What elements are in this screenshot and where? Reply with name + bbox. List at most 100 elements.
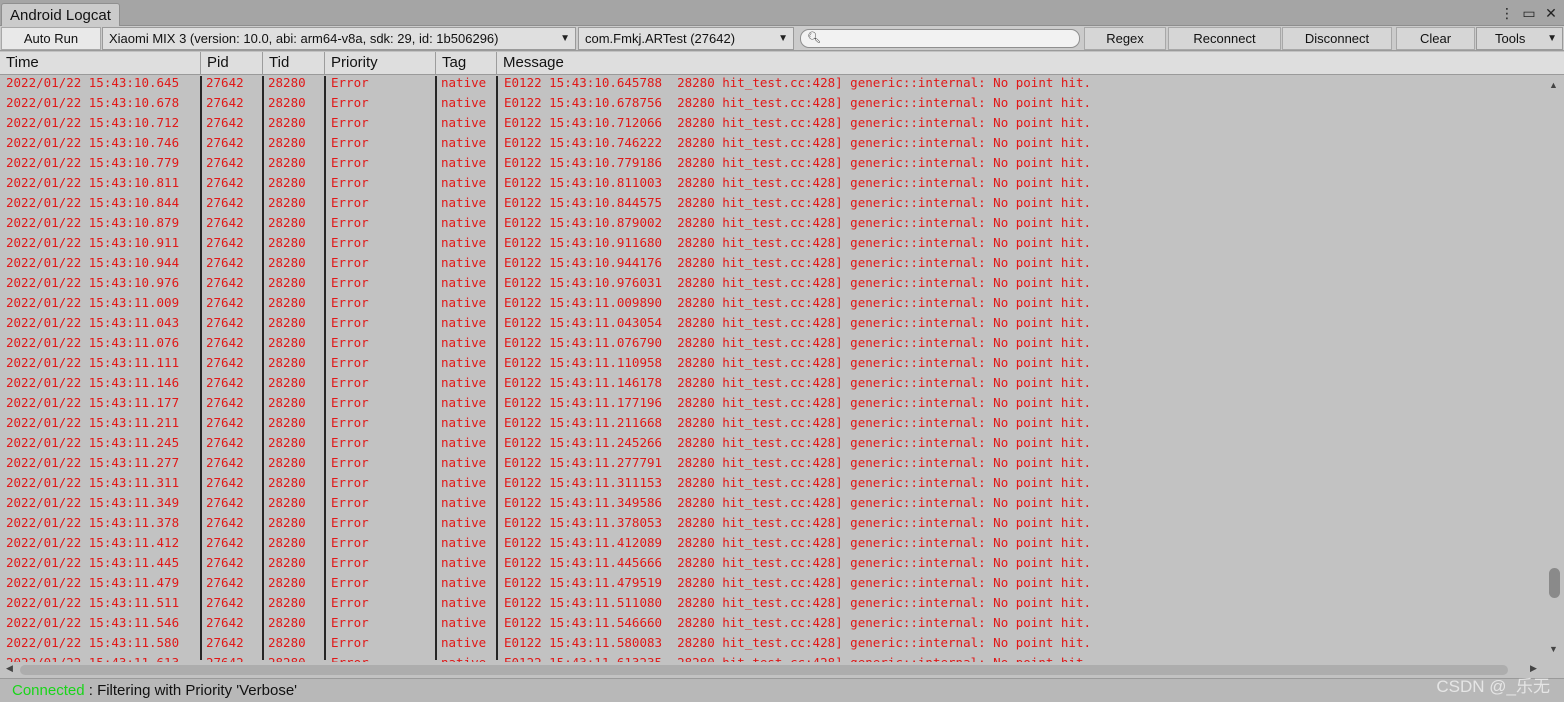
log-row[interactable]: 2022/01/22 15:43:11.245 27642 28280 Error na… bbox=[0, 432, 1546, 452]
chevron-down-icon: ▼ bbox=[1547, 33, 1557, 44]
cell-message: E0122 15:43:10.879002 28280 hit_test.cc:… bbox=[504, 215, 1091, 230]
close-icon[interactable]: ✕ bbox=[1544, 5, 1558, 22]
window-tab-android-logcat[interactable]: Android Logcat bbox=[1, 3, 120, 27]
clear-button[interactable]: Clear bbox=[1396, 27, 1475, 50]
cell-time: 2022/01/22 15:43:11.277 bbox=[6, 455, 180, 470]
cell-tid: 28280 bbox=[268, 515, 306, 530]
cell-tid: 28280 bbox=[268, 475, 306, 490]
cell-message: E0122 15:43:11.479519 28280 hit_test.cc:… bbox=[504, 575, 1091, 590]
log-list[interactable]: 2022/01/22 15:43:10.645 27642 28280 Error na… bbox=[0, 76, 1546, 662]
cell-time: 2022/01/22 15:43:11.245 bbox=[6, 435, 180, 450]
log-row[interactable]: 2022/01/22 15:43:10.779 27642 28280 Error na… bbox=[0, 152, 1546, 172]
cell-message: E0122 15:43:10.911680 28280 hit_test.cc:… bbox=[504, 235, 1091, 250]
cell-message: E0122 15:43:10.976031 28280 hit_test.cc:… bbox=[504, 275, 1091, 290]
cell-time: 2022/01/22 15:43:11.580 bbox=[6, 635, 180, 650]
scroll-up-icon[interactable]: ▲ bbox=[1549, 80, 1558, 90]
cell-message: E0122 15:43:11.146178 28280 hit_test.cc:… bbox=[504, 375, 1091, 390]
chevron-down-icon: ▼ bbox=[560, 33, 570, 44]
log-row[interactable]: 2022/01/22 15:43:11.613 27642 28280 Error na… bbox=[0, 652, 1546, 662]
package-dropdown[interactable]: com.Fmkj.ARTest (27642) ▼ bbox=[578, 27, 794, 50]
tools-dropdown[interactable]: Tools ▼ bbox=[1476, 27, 1563, 50]
reconnect-button[interactable]: Reconnect bbox=[1168, 27, 1281, 50]
log-row[interactable]: 2022/01/22 15:43:10.746 27642 28280 Error na… bbox=[0, 132, 1546, 152]
log-row[interactable]: 2022/01/22 15:43:11.211 27642 28280 Error na… bbox=[0, 412, 1546, 432]
column-header-message[interactable]: Message bbox=[497, 52, 1564, 75]
log-row[interactable]: 2022/01/22 15:43:11.580 27642 28280 Error na… bbox=[0, 632, 1546, 652]
log-row[interactable]: 2022/01/22 15:43:11.445 27642 28280 Error na… bbox=[0, 552, 1546, 572]
cell-pid: 27642 bbox=[206, 275, 244, 290]
column-header-pid[interactable]: Pid bbox=[201, 52, 263, 75]
cell-tid: 28280 bbox=[268, 655, 306, 662]
log-row[interactable]: 2022/01/22 15:43:11.076 27642 28280 Error na… bbox=[0, 332, 1546, 352]
cell-time: 2022/01/22 15:43:10.645 bbox=[6, 76, 180, 90]
log-row[interactable]: 2022/01/22 15:43:11.546 27642 28280 Error na… bbox=[0, 612, 1546, 632]
cell-message: E0122 15:43:11.412089 28280 hit_test.cc:… bbox=[504, 535, 1091, 550]
column-header-time[interactable]: Time bbox=[0, 52, 201, 75]
log-row[interactable]: 2022/01/22 15:43:10.678 27642 28280 Error na… bbox=[0, 92, 1546, 112]
cell-time: 2022/01/22 15:43:11.445 bbox=[6, 555, 180, 570]
cell-pid: 27642 bbox=[206, 475, 244, 490]
log-row[interactable]: 2022/01/22 15:43:11.111 27642 28280 Error na… bbox=[0, 352, 1546, 372]
column-header-priority[interactable]: Priority bbox=[325, 52, 436, 75]
cell-pid: 27642 bbox=[206, 455, 244, 470]
log-row[interactable]: 2022/01/22 15:43:11.311 27642 28280 Error na… bbox=[0, 472, 1546, 492]
log-row[interactable]: 2022/01/22 15:43:11.277 27642 28280 Error na… bbox=[0, 452, 1546, 472]
cell-priority: Error bbox=[331, 215, 369, 230]
cell-message: E0122 15:43:11.349586 28280 hit_test.cc:… bbox=[504, 495, 1091, 510]
cell-message: E0122 15:43:11.613235 28280 hit_test.cc:… bbox=[504, 655, 1091, 662]
cell-tid: 28280 bbox=[268, 315, 306, 330]
cell-message: E0122 15:43:11.009890 28280 hit_test.cc:… bbox=[504, 295, 1091, 310]
log-row[interactable]: 2022/01/22 15:43:10.712 27642 28280 Error na… bbox=[0, 112, 1546, 132]
column-header-tid[interactable]: Tid bbox=[263, 52, 325, 75]
auto-run-button[interactable]: Auto Run bbox=[1, 27, 101, 50]
log-row[interactable]: 2022/01/22 15:43:10.844 27642 28280 Error na… bbox=[0, 192, 1546, 212]
cell-time: 2022/01/22 15:43:11.378 bbox=[6, 515, 180, 530]
cell-tid: 28280 bbox=[268, 195, 306, 210]
log-row[interactable]: 2022/01/22 15:43:10.645 27642 28280 Error na… bbox=[0, 76, 1546, 92]
disconnect-button[interactable]: Disconnect bbox=[1282, 27, 1392, 50]
title-bar: Android Logcat ⋮ ▭ ✕ bbox=[0, 0, 1564, 27]
cell-tid: 28280 bbox=[268, 555, 306, 570]
vertical-scrollbar[interactable]: ▲ ▼ bbox=[1546, 76, 1564, 662]
log-row[interactable]: 2022/01/22 15:43:11.479 27642 28280 Error na… bbox=[0, 572, 1546, 592]
horizontal-scroll-thumb[interactable] bbox=[20, 665, 1508, 675]
cell-priority: Error bbox=[331, 335, 369, 350]
cell-time: 2022/01/22 15:43:11.146 bbox=[6, 375, 180, 390]
log-row[interactable]: 2022/01/22 15:43:11.349 27642 28280 Error na… bbox=[0, 492, 1546, 512]
cell-priority: Error bbox=[331, 115, 369, 130]
log-row[interactable]: 2022/01/22 15:43:11.009 27642 28280 Error na… bbox=[0, 292, 1546, 312]
column-header-tag[interactable]: Tag bbox=[436, 52, 497, 75]
log-row[interactable]: 2022/01/22 15:43:11.511 27642 28280 Error na… bbox=[0, 592, 1546, 612]
scroll-left-icon[interactable]: ◀ bbox=[6, 663, 13, 674]
scroll-down-icon[interactable]: ▼ bbox=[1549, 644, 1558, 654]
log-row[interactable]: 2022/01/22 15:43:11.412 27642 28280 Error na… bbox=[0, 532, 1546, 552]
log-row[interactable]: 2022/01/22 15:43:10.976 27642 28280 Error na… bbox=[0, 272, 1546, 292]
cell-message: E0122 15:43:10.712066 28280 hit_test.cc:… bbox=[504, 115, 1091, 130]
horizontal-scrollbar[interactable]: ◀ ▶ bbox=[0, 662, 1546, 678]
cell-tag: native bbox=[441, 135, 487, 150]
log-row[interactable]: 2022/01/22 15:43:11.177 27642 28280 Error na… bbox=[0, 392, 1546, 412]
log-row[interactable]: 2022/01/22 15:43:10.944 27642 28280 Error na… bbox=[0, 252, 1546, 272]
cell-message: E0122 15:43:11.245266 28280 hit_test.cc:… bbox=[504, 435, 1091, 450]
cell-pid: 27642 bbox=[206, 635, 244, 650]
cell-time: 2022/01/22 15:43:11.043 bbox=[6, 315, 180, 330]
cell-tag: native bbox=[441, 355, 487, 370]
cell-priority: Error bbox=[331, 515, 369, 530]
log-row[interactable]: 2022/01/22 15:43:10.879 27642 28280 Error na… bbox=[0, 212, 1546, 232]
regex-button[interactable]: Regex bbox=[1084, 27, 1166, 50]
maximize-icon[interactable]: ▭ bbox=[1522, 5, 1536, 22]
cell-message: E0122 15:43:11.546660 28280 hit_test.cc:… bbox=[504, 615, 1091, 630]
vertical-scroll-thumb[interactable] bbox=[1549, 568, 1560, 598]
log-row[interactable]: 2022/01/22 15:43:10.911 27642 28280 Error na… bbox=[0, 232, 1546, 252]
log-row[interactable]: 2022/01/22 15:43:10.811 27642 28280 Error na… bbox=[0, 172, 1546, 192]
log-row[interactable]: 2022/01/22 15:43:11.378 27642 28280 Error na… bbox=[0, 512, 1546, 532]
search-input[interactable]: 🔍︎ bbox=[800, 29, 1080, 48]
device-dropdown[interactable]: Xiaomi MIX 3 (version: 10.0, abi: arm64-… bbox=[102, 27, 576, 50]
column-divider bbox=[324, 76, 326, 660]
log-row[interactable]: 2022/01/22 15:43:11.146 27642 28280 Error na… bbox=[0, 372, 1546, 392]
log-row[interactable]: 2022/01/22 15:43:11.043 27642 28280 Error na… bbox=[0, 312, 1546, 332]
more-vert-icon[interactable]: ⋮ bbox=[1500, 5, 1514, 22]
cell-time: 2022/01/22 15:43:10.911 bbox=[6, 235, 180, 250]
cell-priority: Error bbox=[331, 415, 369, 430]
cell-pid: 27642 bbox=[206, 575, 244, 590]
